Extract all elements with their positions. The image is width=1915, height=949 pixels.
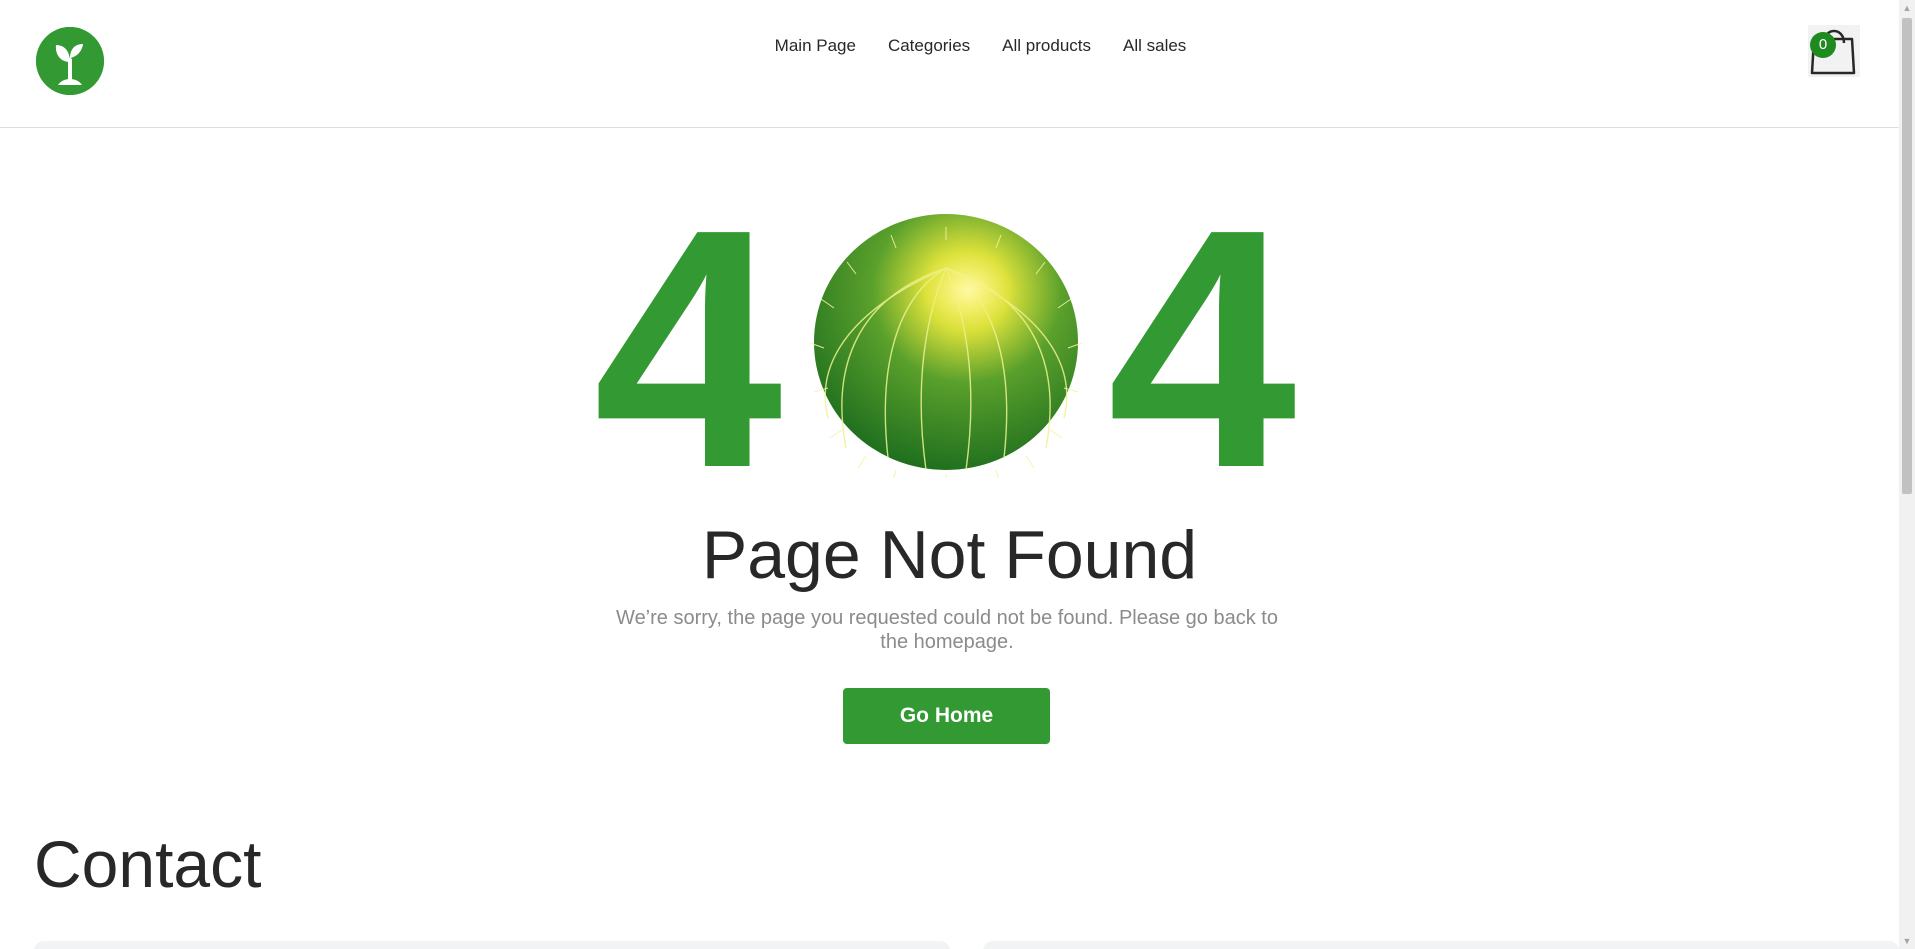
scrollbar-thumb[interactable] xyxy=(1902,18,1912,494)
scroll-down-arrow-icon[interactable]: ▼ xyxy=(1899,933,1915,949)
error-code-404: 4 4 xyxy=(596,208,1296,478)
vertical-scrollbar[interactable]: ▲ ▼ xyxy=(1899,0,1915,949)
main-nav: Main Page Categories All products All sa… xyxy=(0,34,1899,58)
nav-all-products[interactable]: All products xyxy=(1002,34,1091,58)
cactus-zero-image xyxy=(809,214,1083,478)
cart-button[interactable]: 0 xyxy=(1808,25,1860,77)
scroll-up-arrow-icon[interactable]: ▲ xyxy=(1899,0,1915,16)
nav-all-sales[interactable]: All sales xyxy=(1123,34,1186,58)
browser-viewport: Main Page Categories All products All sa… xyxy=(0,0,1915,949)
nav-main-page[interactable]: Main Page xyxy=(775,34,856,58)
go-home-button[interactable]: Go Home xyxy=(843,688,1050,744)
digit-four-right: 4 xyxy=(1107,208,1296,478)
contact-card-right xyxy=(983,941,1899,949)
contact-card-left xyxy=(34,941,950,949)
error-message: We’re sorry, the page you requested coul… xyxy=(616,607,1278,653)
page: Main Page Categories All products All sa… xyxy=(0,0,1899,949)
digit-four-left: 4 xyxy=(596,208,785,478)
site-header: Main Page Categories All products All sa… xyxy=(0,0,1899,128)
contact-heading: Contact xyxy=(34,827,262,901)
page-title: Page Not Found xyxy=(701,517,1198,593)
nav-categories[interactable]: Categories xyxy=(888,34,970,58)
cart-count-badge: 0 xyxy=(1810,32,1836,58)
error-404-graphic: 4 4 xyxy=(596,208,1296,478)
